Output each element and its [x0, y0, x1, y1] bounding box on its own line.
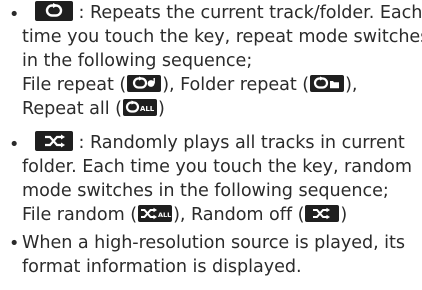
- repeat-line-5: Repeat all ( ALL ): [22, 98, 165, 122]
- random-off-icon: [305, 204, 340, 222]
- repeat-line-2: time you touch the key, repeat mode swit…: [22, 26, 422, 50]
- folder-repeat-label: ), Folder repeat (: [162, 75, 310, 95]
- repeat-description-text: : Repeats the current track/folder. Each: [73, 3, 422, 23]
- repeat-all-label: Repeat all (: [22, 99, 122, 119]
- repeat-all-icon: ALL: [122, 98, 157, 116]
- hi-res-line-1: When a high-resolution source is played,…: [22, 232, 405, 256]
- random-description-text: folder. Each time you touch the key, ran…: [22, 157, 412, 177]
- repeat-line-3: in the following sequence;: [22, 50, 252, 74]
- random-description-text: mode switches in the following sequence;: [22, 181, 389, 201]
- random-key-icon: [35, 131, 73, 151]
- file-repeat-label: File repeat (: [22, 75, 127, 95]
- repeat-all-icon-label: ALL: [140, 105, 155, 113]
- repeat-description-text: time you touch the key, repeat mode swit…: [22, 27, 422, 47]
- file-random-label: File random (: [22, 205, 138, 225]
- hi-res-description-text: When a high-resolution source is played,…: [22, 233, 405, 253]
- random-off-label: ), Random off (: [173, 205, 305, 225]
- repeat-description-text: in the following sequence;: [22, 51, 253, 71]
- random-line-4: File random ( ALL ), Random off ( ): [22, 204, 347, 228]
- hi-res-description-text: format information is displayed.: [22, 257, 302, 277]
- random-description-text: : Randomly plays all tracks in current: [73, 133, 405, 153]
- folder-repeat-close: ),: [345, 75, 358, 95]
- bullet-marker: •: [9, 5, 20, 25]
- bullet-marker: •: [9, 135, 20, 155]
- file-random-icon-label: ALL: [158, 211, 171, 219]
- repeat-line-1: : Repeats the current track/folder. Each: [22, 1, 422, 26]
- bullet-marker: •: [9, 234, 20, 254]
- repeat-key-icon: [35, 1, 73, 21]
- file-random-icon: ALL: [138, 204, 173, 222]
- repeat-all-close: ): [157, 99, 165, 119]
- random-line-2: folder. Each time you touch the key, ran…: [22, 156, 412, 180]
- folder-repeat-icon: [310, 74, 345, 92]
- random-line-1: : Randomly plays all tracks in current: [22, 131, 405, 156]
- hi-res-line-2: format information is displayed.: [22, 256, 302, 280]
- random-off-close: ): [340, 205, 348, 225]
- manual-page: • : Repeats the current track/folder. Ea…: [0, 0, 422, 290]
- file-repeat-icon: [127, 74, 162, 92]
- random-line-3: mode switches in the following sequence;: [22, 180, 389, 204]
- repeat-line-4: File repeat ( ), Folder repeat ( ),: [22, 74, 358, 98]
